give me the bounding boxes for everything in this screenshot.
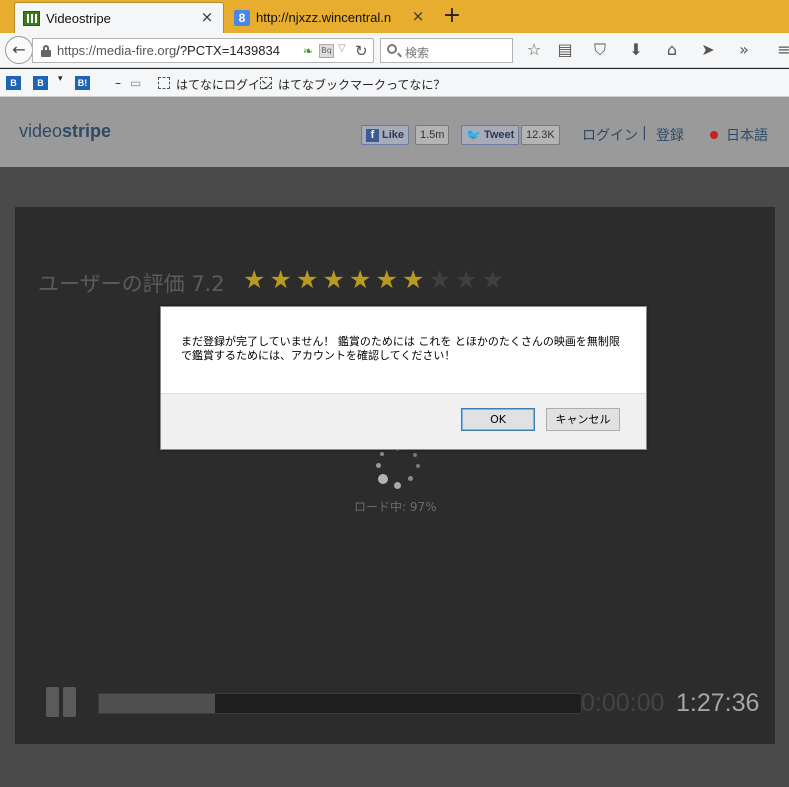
- hatena-b-icon[interactable]: B!: [75, 76, 90, 90]
- reload-icon[interactable]: ↻: [355, 42, 368, 60]
- progress-bar[interactable]: [98, 693, 582, 714]
- close-tab-icon[interactable]: ×: [410, 8, 426, 24]
- rating-star-icon: ★: [269, 265, 292, 294]
- navigation-bar: ← https://media-fire.org/?PCTX=1439834 ❧…: [0, 33, 789, 68]
- reading-list-icon[interactable]: ▤: [555, 40, 575, 60]
- twitter-bird-icon: 🐦: [466, 128, 481, 142]
- lock-icon[interactable]: [41, 45, 51, 57]
- rating-star-icon: ★: [349, 265, 372, 294]
- extension-reader-icon[interactable]: Bq: [319, 44, 334, 58]
- tab-strip: Videostripe × 8 http://njxzz.wincentral.…: [0, 0, 789, 33]
- total-time: 1:27:36: [676, 689, 760, 717]
- tab-title: http://njxzz.wincentral.n: [256, 10, 392, 25]
- facebook-like-label: Like: [382, 129, 405, 141]
- loading-spinner-icon: [372, 448, 424, 492]
- language-selector[interactable]: 日本語: [726, 125, 768, 145]
- facebook-like-count: 1.5m: [415, 125, 450, 145]
- facebook-icon: f: [366, 128, 379, 142]
- rating-star-icon: ★: [296, 265, 319, 294]
- menu-icon[interactable]: ≡: [774, 40, 789, 60]
- rating-star-icon: ★: [243, 265, 266, 294]
- current-time: 0:00:00: [581, 689, 665, 717]
- search-input[interactable]: 検索: [380, 38, 513, 63]
- comment-icon[interactable]: ▭: [130, 76, 141, 90]
- page-icon: [260, 77, 272, 89]
- login-link[interactable]: ログイン: [582, 125, 638, 145]
- send-icon[interactable]: ➤: [698, 40, 718, 60]
- japan-flag-icon: [710, 131, 718, 139]
- progress-fill: [99, 694, 215, 713]
- url-text[interactable]: https://media-fire.org/?PCTX=1439834: [57, 43, 307, 58]
- google-favicon-icon: 8: [234, 9, 250, 26]
- pause-button[interactable]: [46, 687, 77, 717]
- logo-light: video: [19, 121, 63, 141]
- pocket-icon[interactable]: ⛉: [590, 40, 610, 60]
- bookmark-hatena-about[interactable]: はてなブックマークってなに？: [278, 76, 445, 93]
- home-icon[interactable]: ⌂: [662, 40, 682, 60]
- rating-star-icon: ★: [455, 265, 478, 294]
- new-tab-button[interactable]: +: [440, 4, 464, 28]
- page-icon: [158, 77, 170, 89]
- cancel-button[interactable]: キャンセル: [546, 408, 620, 431]
- alert-dialog: まだ登録が完了していません！ 鑑賞のためには これを とほかのたくさんの映画を無…: [160, 306, 647, 450]
- logo-bold: stripe: [62, 121, 112, 141]
- star-icon[interactable]: ☆: [524, 40, 544, 60]
- hatena-bookmark-icon[interactable]: B: [6, 76, 21, 90]
- rating-star-icon: ★: [481, 265, 504, 294]
- loading-status: ロード中: 97%: [354, 500, 437, 514]
- tab-title: Videostripe: [46, 10, 111, 26]
- header-separator: |: [642, 125, 647, 141]
- bookmarks-bar: B B ▾ B! – ▭ はてなにログイン はてなブックマークってなに？: [0, 69, 789, 97]
- facebook-like-button[interactable]: f Like: [361, 125, 410, 145]
- back-button[interactable]: ←: [5, 36, 33, 64]
- url-host: https://media-fire.org: [57, 43, 177, 58]
- register-link[interactable]: 登録: [656, 125, 684, 145]
- search-placeholder: 検索: [405, 46, 430, 60]
- rating-star-icon: ★: [402, 265, 425, 294]
- ok-button[interactable]: OK: [461, 408, 535, 431]
- url-path: /?PCTX=1439834: [176, 43, 280, 58]
- rating-star-icon: ★: [322, 265, 345, 294]
- url-bar[interactable]: https://media-fire.org/?PCTX=1439834 ❧ B…: [32, 38, 374, 63]
- tweet-count: 12.3K: [521, 125, 560, 145]
- videostripe-favicon-icon: [23, 10, 40, 26]
- tweet-label: Tweet: [483, 129, 515, 141]
- close-tab-icon[interactable]: ×: [199, 9, 215, 25]
- rating-star-icon: ★: [375, 265, 398, 294]
- rating-star-icon: ★: [428, 265, 451, 294]
- bookmark-hatena-login[interactable]: はてなにログイン: [176, 76, 272, 93]
- tab-videostripe[interactable]: Videostripe ×: [14, 2, 224, 33]
- search-icon: [387, 44, 397, 54]
- bookmark-separator: –: [115, 76, 121, 90]
- site-header: videostripe f Like 1.5m 🐦 Tweet 12.3K ログ…: [0, 97, 789, 167]
- dialog-message: まだ登録が完了していません！ 鑑賞のためには これを とほかのたくさんの映画を無…: [161, 307, 646, 394]
- overflow-icon[interactable]: »: [734, 40, 754, 60]
- download-icon[interactable]: ⬇: [626, 40, 646, 60]
- user-rating-label: ユーザーの評価 7.2: [38, 272, 225, 296]
- site-logo[interactable]: videostripe: [19, 121, 111, 142]
- tweet-button[interactable]: 🐦 Tweet: [461, 125, 520, 145]
- tab-wincentral[interactable]: 8 http://njxzz.wincentral.n ×: [226, 2, 434, 33]
- hatena-add-icon[interactable]: B: [33, 76, 48, 90]
- rating-stars: ★ ★ ★ ★ ★ ★ ★ ★ ★ ★: [241, 267, 506, 293]
- extension-leaf-icon[interactable]: ❧: [303, 44, 315, 58]
- chevron-down-icon[interactable]: ▽: [338, 43, 346, 54]
- chevron-down-icon[interactable]: ▾: [58, 74, 63, 84]
